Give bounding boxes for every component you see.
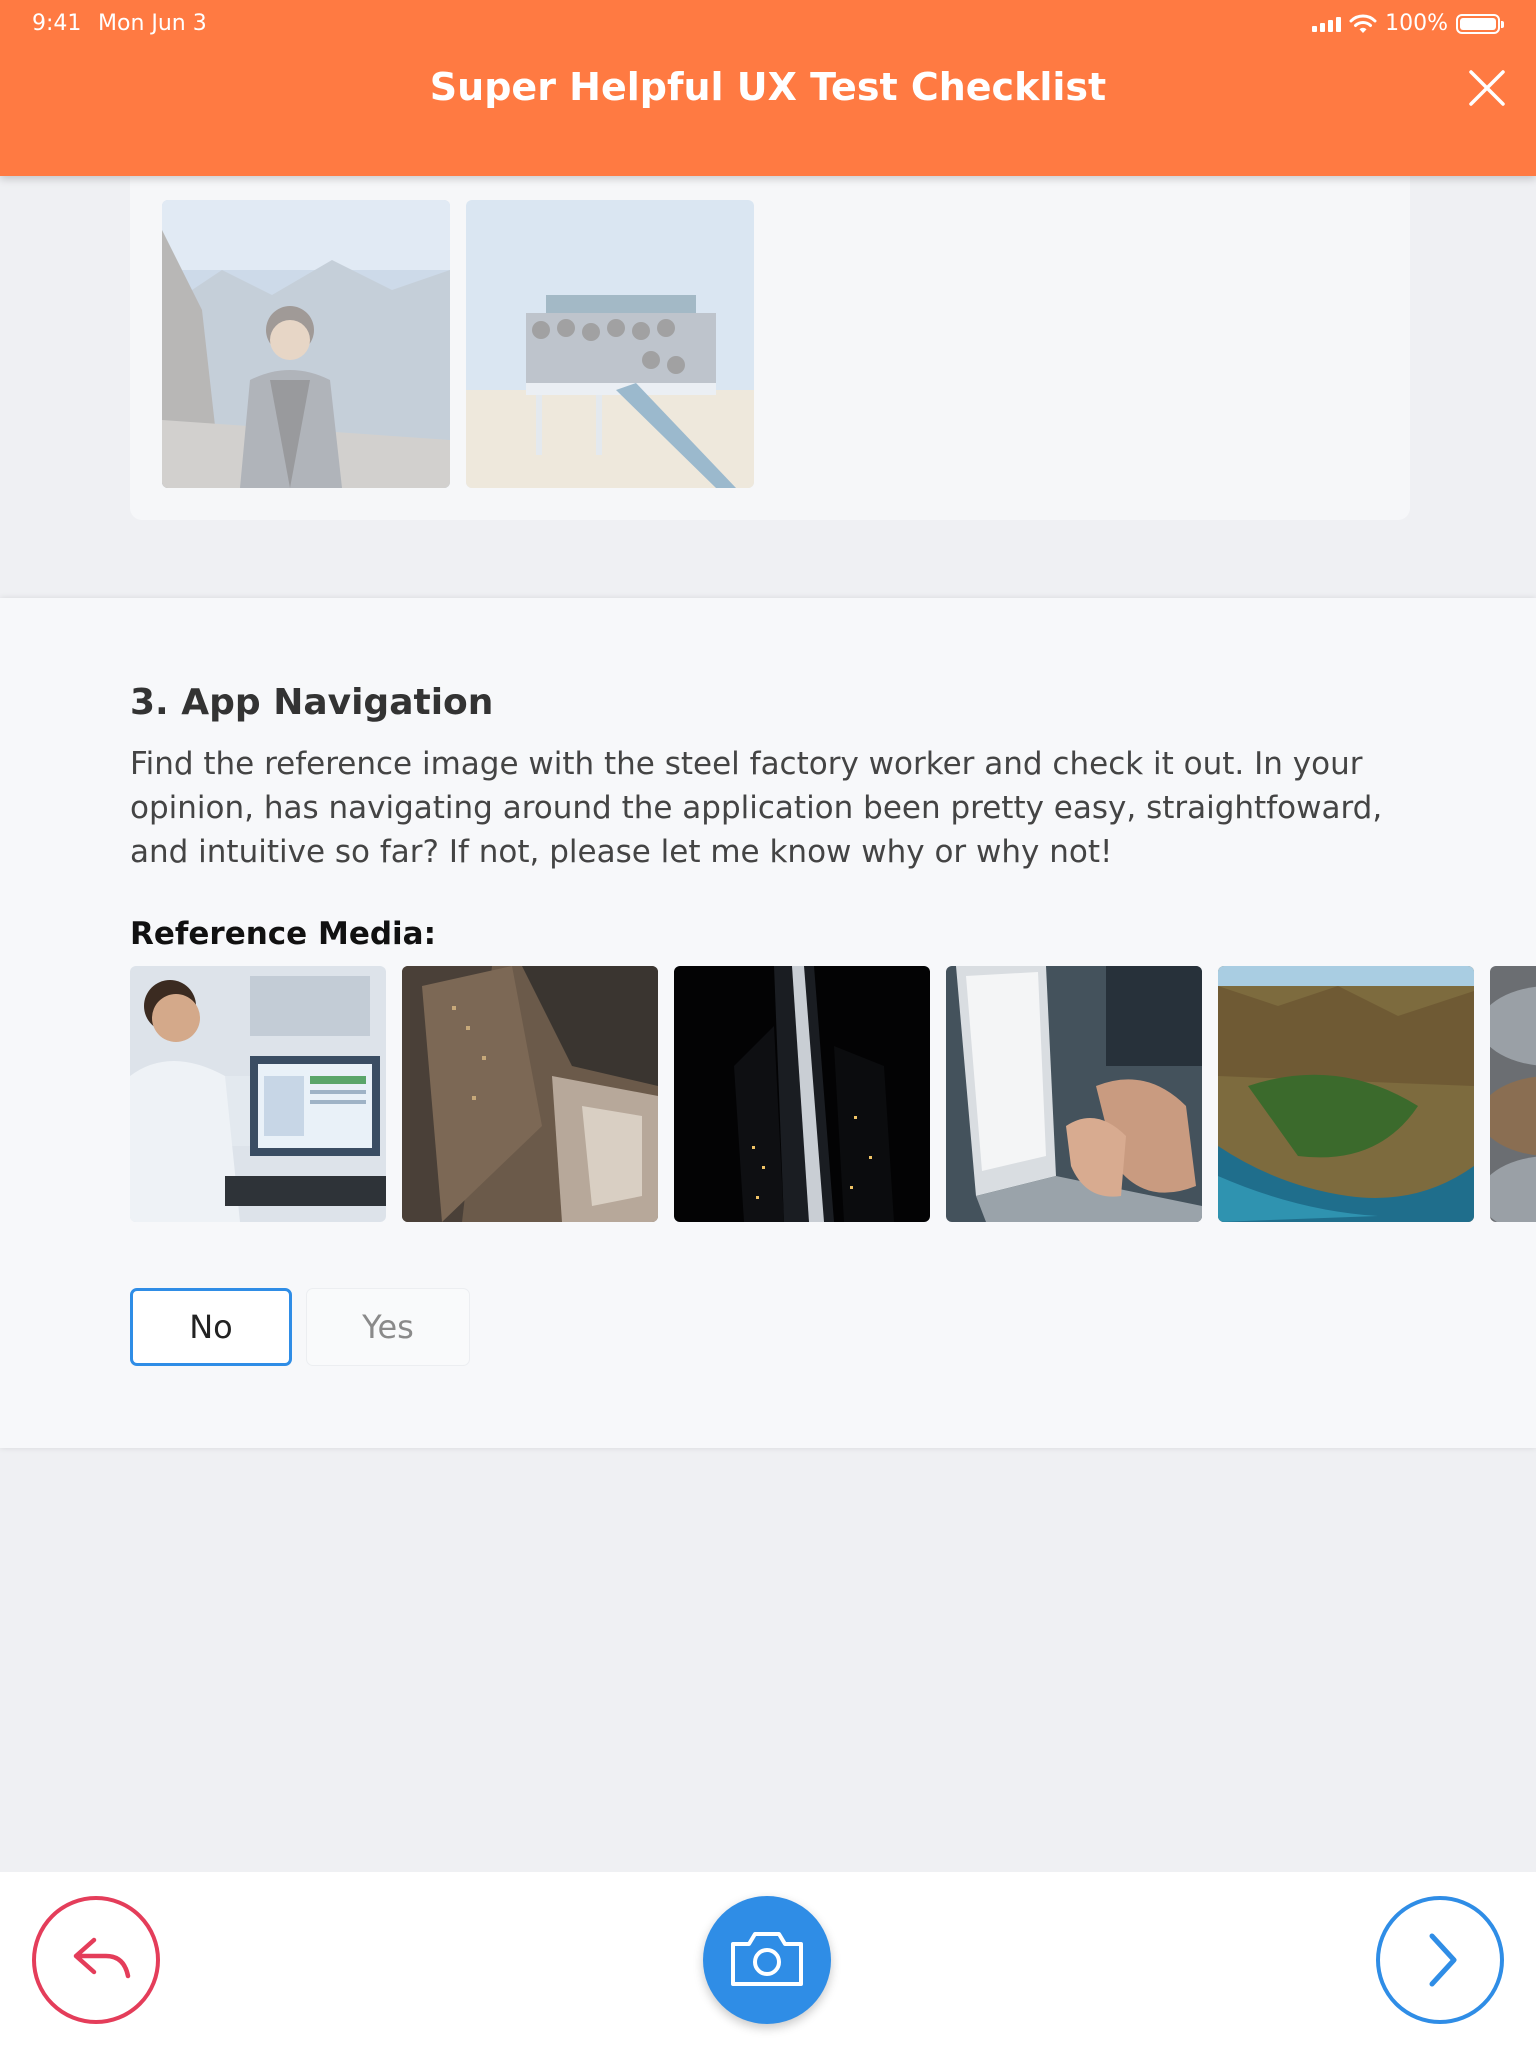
previous-question-card	[130, 176, 1410, 520]
question-title: 3. App Navigation	[130, 682, 494, 723]
answer-yes-button[interactable]: Yes	[306, 1288, 470, 1366]
reference-media-label: Reference Media:	[130, 916, 436, 952]
app-header: 9:41 Mon Jun 3 100% Super Helpful UX Tes…	[0, 0, 1536, 176]
reference-media-strip[interactable]	[130, 966, 1536, 1224]
reply-arrow-icon	[73, 1937, 131, 1979]
page-title: Super Helpful UX Test Checklist	[429, 65, 1107, 109]
status-time: 9:41	[32, 11, 82, 36]
status-indicators: 100%	[1312, 11, 1504, 36]
battery-percent: 100%	[1385, 11, 1448, 36]
aerial-city-buildings-photo[interactable]	[402, 966, 658, 1222]
answer-no-button[interactable]: No	[130, 1288, 292, 1366]
close-button[interactable]	[1464, 65, 1510, 111]
group-lifeguard-tower-photo[interactable]	[466, 200, 754, 488]
laptop-typing-photo[interactable]	[946, 966, 1202, 1222]
office-worker-computer-photo[interactable]	[130, 966, 386, 1222]
person-mountain-photo[interactable]	[162, 200, 450, 488]
night-skyscraper-photo[interactable]	[674, 966, 930, 1222]
cellular-signal-icon	[1312, 16, 1342, 32]
question-description: Find the reference image with the steel …	[130, 746, 1383, 870]
status-date: Mon Jun 3	[98, 11, 207, 36]
camera-icon	[731, 1932, 803, 1986]
wifi-icon	[1349, 14, 1377, 33]
industrial-tanks-photo[interactable]	[1490, 966, 1536, 1222]
chevron-right-icon	[1429, 1933, 1457, 1987]
battery-icon	[1456, 13, 1504, 34]
camera-button[interactable]	[703, 1896, 831, 2024]
close-icon	[1469, 70, 1505, 106]
status-bar: 9:41 Mon Jun 3 100%	[0, 0, 1536, 48]
next-button[interactable]	[1376, 1896, 1504, 2024]
aerial-landscape-photo[interactable]	[1218, 966, 1474, 1222]
back-button[interactable]	[32, 1896, 160, 2024]
